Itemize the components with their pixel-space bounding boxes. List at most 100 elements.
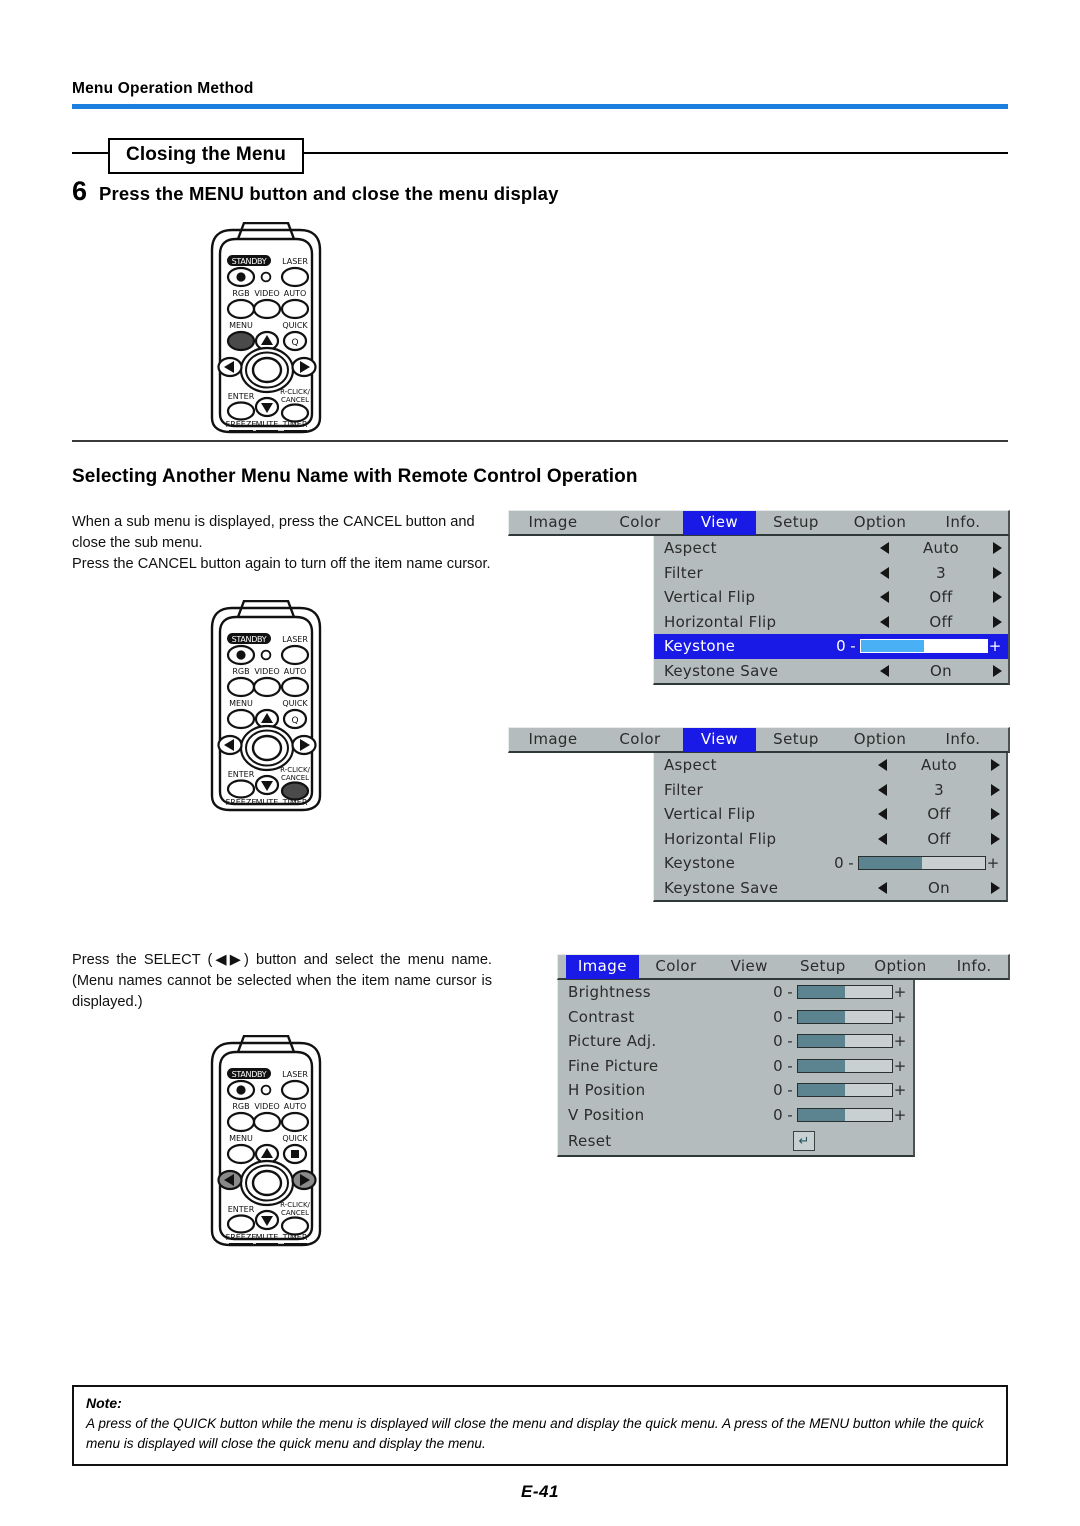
osd-row-label: Keystone — [664, 637, 736, 656]
h-position-slider[interactable] — [797, 1083, 893, 1098]
plus-sign[interactable]: + — [893, 1106, 907, 1124]
osd-tab-option[interactable]: Option — [861, 955, 941, 979]
osd-row-reset[interactable]: Reset ↵ — [558, 1127, 913, 1155]
osd-row-value: Auto — [920, 756, 958, 775]
chevron-left-icon[interactable] — [878, 808, 887, 821]
osd-tab-image[interactable]: Image — [509, 728, 597, 752]
osd-tab-view[interactable]: View — [683, 727, 756, 752]
chevron-left-icon[interactable] — [878, 783, 887, 796]
minus-sign[interactable]: - — [783, 1106, 797, 1124]
plus-sign[interactable]: + — [893, 1057, 907, 1075]
osd-row-horizontal-flip[interactable]: Horizontal Flip Off — [654, 827, 1006, 852]
osd-row-horizontal-flip[interactable]: Horizontal Flip Off — [654, 610, 1008, 635]
svg-text:STANDBY: STANDBY — [232, 1070, 267, 1079]
osd-tab-image[interactable]: Image — [509, 511, 597, 535]
osd-row-h-position[interactable]: H Position 0 - + — [558, 1078, 913, 1103]
plus-sign[interactable]: + — [893, 1081, 907, 1099]
chevron-right-icon[interactable] — [991, 783, 1000, 796]
osd-tab-setup[interactable]: Setup — [756, 728, 836, 752]
chevron-left-icon[interactable] — [878, 759, 887, 772]
plus-sign[interactable]: + — [893, 1032, 907, 1050]
svg-text:CANCEL: CANCEL — [281, 1209, 309, 1217]
plus-sign[interactable]: + — [893, 983, 907, 1001]
minus-sign[interactable]: - — [783, 1081, 797, 1099]
section-divider-1 — [72, 440, 1008, 442]
minus-sign[interactable]: - — [783, 1008, 797, 1026]
chevron-right-icon[interactable] — [993, 615, 1002, 628]
note-text: A press of the QUICK button while the me… — [86, 1416, 984, 1451]
minus-sign[interactable]: - — [783, 983, 797, 1001]
v-position-slider[interactable] — [797, 1107, 893, 1122]
chevron-left-icon[interactable] — [880, 664, 889, 677]
osd-tab-info[interactable]: Info. — [924, 511, 1002, 535]
picture-adj-slider[interactable] — [797, 1034, 893, 1049]
chevron-left-icon[interactable] — [880, 566, 889, 579]
osd-tab-image[interactable]: Image — [566, 954, 639, 979]
remote-svg-3: STANDBY LASER RGB VIDEO AUTO MENU QUICK … — [210, 1034, 322, 1247]
osd-row-filter[interactable]: Filter 3 — [654, 561, 1008, 586]
osd-row-value: Off — [929, 588, 953, 607]
chevron-right-icon[interactable] — [991, 808, 1000, 821]
fine-picture-slider[interactable] — [797, 1058, 893, 1073]
chevron-right-icon[interactable] — [991, 759, 1000, 772]
svg-text:CANCEL: CANCEL — [281, 774, 309, 782]
keystone-slider[interactable] — [860, 639, 988, 654]
minus-sign[interactable]: - — [783, 1057, 797, 1075]
chevron-left-icon[interactable] — [880, 542, 889, 555]
svg-text:MENU: MENU — [229, 1134, 253, 1143]
osd-row-vertical-flip[interactable]: Vertical Flip Off — [654, 802, 1006, 827]
chevron-right-icon[interactable] — [993, 566, 1002, 579]
osd-row-v-position[interactable]: V Position 0 - + — [558, 1103, 913, 1128]
osd-body-3: Brightness 0 - + Contrast 0 - + Picture … — [557, 980, 915, 1157]
minus-sign[interactable]: - — [844, 854, 858, 872]
brightness-slider[interactable] — [797, 985, 893, 1000]
chevron-right-icon[interactable] — [993, 591, 1002, 604]
osd-row-contrast[interactable]: Contrast 0 - + — [558, 1005, 913, 1030]
osd-tab-info[interactable]: Info. — [940, 955, 1008, 979]
osd-row-aspect[interactable]: Aspect Auto — [654, 536, 1008, 561]
enter-return-icon[interactable]: ↵ — [793, 1131, 815, 1151]
osd-tab-view[interactable]: View — [683, 510, 756, 535]
osd-row-filter[interactable]: Filter 3 — [654, 778, 1006, 803]
svg-text:R-CLICK/: R-CLICK/ — [280, 388, 310, 396]
minus-sign[interactable]: - — [846, 637, 860, 655]
remote-control-illustration-select: STANDBY LASER RGB VIDEO AUTO MENU QUICK … — [196, 1034, 336, 1255]
osd-row-brightness[interactable]: Brightness 0 - + — [558, 980, 913, 1005]
osd-row-keystone[interactable]: Keystone 0 - + — [654, 634, 1008, 659]
osd-tab-option[interactable]: Option — [836, 511, 924, 535]
osd-row-value: Off — [927, 805, 951, 824]
osd-tab-view[interactable]: View — [713, 955, 785, 979]
plus-sign[interactable]: + — [988, 637, 1002, 655]
chevron-right-icon[interactable] — [993, 542, 1002, 555]
osd-row-fine-picture[interactable]: Fine Picture 0 - + — [558, 1054, 913, 1079]
svg-text:R-CLICK/: R-CLICK/ — [280, 1201, 310, 1209]
osd-tab-option[interactable]: Option — [836, 728, 924, 752]
osd-row-label: Aspect — [664, 756, 717, 775]
osd-row-keystone[interactable]: Keystone 0 - + — [654, 851, 1006, 876]
chevron-right-icon[interactable] — [993, 664, 1002, 677]
svg-text:LASER: LASER — [282, 257, 308, 266]
osd-row-picture-adj[interactable]: Picture Adj. 0 - + — [558, 1029, 913, 1054]
plus-sign[interactable]: + — [986, 854, 1000, 872]
chevron-left-icon[interactable] — [880, 591, 889, 604]
remote-svg-2: STANDBY LASER RGB VIDEO AUTO MENU QUICK … — [210, 599, 322, 812]
osd-row-keystone-save[interactable]: Keystone Save On — [654, 876, 1006, 901]
osd-tab-setup[interactable]: Setup — [785, 955, 861, 979]
minus-sign[interactable]: - — [783, 1032, 797, 1050]
contrast-slider[interactable] — [797, 1009, 893, 1024]
chevron-right-icon[interactable] — [991, 832, 1000, 845]
plus-sign[interactable]: + — [893, 1008, 907, 1026]
osd-row-keystone-save[interactable]: Keystone Save On — [654, 659, 1008, 684]
osd-tab-color[interactable]: Color — [597, 511, 683, 535]
osd-tab-setup[interactable]: Setup — [756, 511, 836, 535]
keystone-slider[interactable] — [858, 856, 986, 871]
chevron-left-icon[interactable] — [878, 881, 887, 894]
osd-row-aspect[interactable]: Aspect Auto — [654, 753, 1006, 778]
chevron-left-icon[interactable] — [878, 832, 887, 845]
osd-tab-info[interactable]: Info. — [924, 728, 1002, 752]
chevron-right-icon[interactable] — [991, 881, 1000, 894]
chevron-left-icon[interactable] — [880, 615, 889, 628]
osd-tab-color[interactable]: Color — [597, 728, 683, 752]
osd-tab-color[interactable]: Color — [639, 955, 714, 979]
osd-row-vertical-flip[interactable]: Vertical Flip Off — [654, 585, 1008, 610]
